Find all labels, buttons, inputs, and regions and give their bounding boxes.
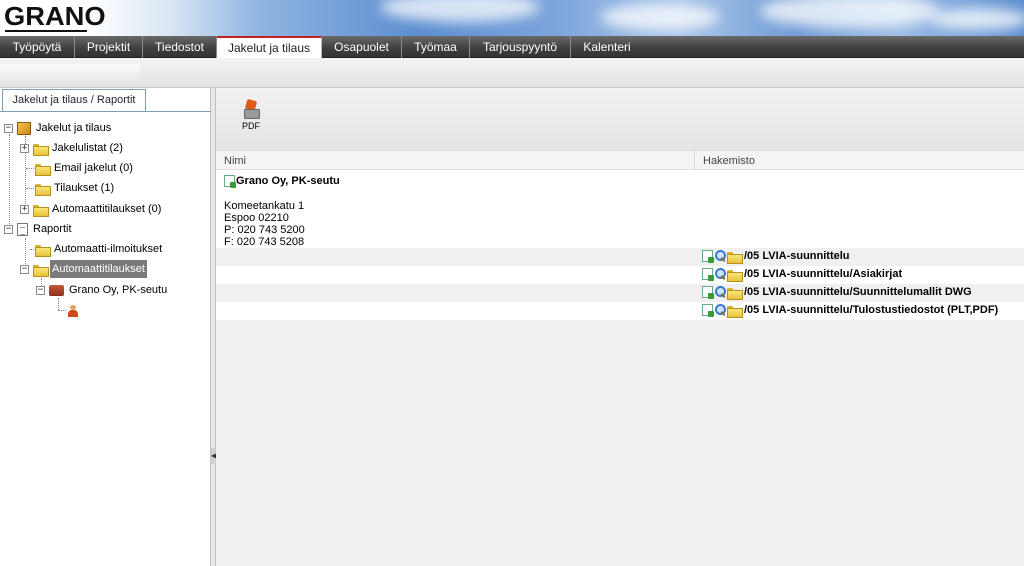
folder-icon (33, 143, 49, 156)
collapse-icon[interactable]: − (4, 123, 13, 133)
collapse-icon[interactable]: − (36, 285, 45, 295)
directory-cell[interactable]: /05 LVIA-suunnittelu/Asiakirjat (702, 268, 903, 282)
tab-jakelut-ja-tilaus[interactable]: Jakelut ja tilaus (217, 36, 322, 60)
document-add-icon[interactable] (702, 268, 714, 281)
folder-icon (35, 244, 51, 257)
directory-cell[interactable]: /05 LVIA-suunnittelu/Tulostustiedostot (… (702, 304, 999, 318)
main-tab-bar: Työpöytä Projektit Tiedostot Jakelut ja … (0, 36, 1024, 60)
logo-underline (5, 30, 87, 32)
left-panel-tab-line (0, 111, 211, 112)
directory-path: /05 LVIA-suunnittelu/Tulostustiedostot (… (744, 304, 999, 316)
tree-label: Automaatti-ilmoitukset (54, 243, 163, 255)
company-city: Espoo 02210 (224, 212, 289, 224)
grano-logo[interactable]: GRANO (4, 3, 106, 29)
tree-node-email-jakelut[interactable]: Email jakelut (0) (35, 159, 135, 177)
folder-icon (33, 204, 49, 217)
tree-node-jakelulistat[interactable]: + Jakelulistat (2) (20, 139, 125, 157)
company-phone: P: 020 743 5200 (224, 224, 305, 236)
folder-icon (727, 251, 743, 264)
tab-projektit[interactable]: Projektit (75, 36, 143, 58)
column-header-nimi[interactable]: Nimi (224, 151, 246, 171)
search-icon[interactable] (714, 268, 726, 280)
directory-row: /05 LVIA-suunnittelu/Tulostustiedostot (… (216, 302, 1024, 320)
tree-label: Jakelulistat (2) (52, 142, 123, 154)
directory-path: /05 LVIA-suunnittelu/Asiakirjat (744, 268, 903, 280)
search-icon[interactable] (714, 286, 726, 298)
directory-cell[interactable]: /05 LVIA-suunnittelu (702, 250, 850, 264)
document-add-icon[interactable] (702, 304, 714, 317)
tree-line (58, 310, 66, 311)
company-name-text: Grano Oy, PK-seutu (236, 175, 340, 187)
tab-tyopoyta[interactable]: Työpöytä (0, 36, 75, 58)
folder-icon (35, 183, 51, 196)
directory-row: /05 LVIA-suunnittelu/Suunnittelumallit D… (216, 284, 1024, 302)
tree-label: Grano Oy, PK-seutu (69, 284, 168, 296)
tab-tarjouspyynto[interactable]: Tarjouspyyntö (470, 36, 571, 58)
grid-header: Nimi Hakemisto (216, 150, 1024, 171)
directory-row: /05 LVIA-suunnittelu/Asiakirjat (216, 266, 1024, 284)
folder-icon (727, 269, 743, 282)
tree-label: Automaattitilaukset (0) (52, 203, 162, 215)
tree-node-automaattitilaukset[interactable]: − Automaattitilaukset (20, 260, 147, 278)
left-panel: Jakelut ja tilaus / Raportit − Jakelut j… (0, 88, 211, 566)
report-icon (17, 222, 28, 236)
pdf-label: PDF (242, 121, 260, 131)
expand-icon[interactable]: + (20, 204, 29, 214)
tree-node-grano[interactable]: − Grano Oy, PK-seutu (36, 281, 169, 299)
company-street: Komeetankatu 1 (224, 200, 305, 212)
person-icon (68, 305, 78, 317)
tree-label: Tilaukset (1) (54, 182, 115, 194)
main-toolbar: PDF (216, 88, 1024, 150)
directory-path: /05 LVIA-suunnittelu (744, 250, 850, 262)
results-grid: Nimi Hakemisto Grano Oy, PK-seutu Komeet… (216, 150, 1024, 566)
tree-line (9, 134, 10, 230)
folder-icon (727, 305, 743, 318)
company-row: Grano Oy, PK-seutu Komeetankatu 1 Espoo … (216, 170, 1024, 248)
folder-icon (727, 287, 743, 300)
tab-tyomaa[interactable]: Työmaa (402, 36, 470, 58)
collapse-icon[interactable]: − (20, 264, 29, 274)
supplier-icon (49, 284, 64, 296)
expand-icon[interactable]: + (20, 143, 29, 153)
tree-node-raportit[interactable]: − Raportit (4, 220, 74, 238)
tree-label: Jakelut ja tilaus (36, 122, 112, 134)
tree-node-automaatti-ilmoitukset[interactable]: Automaatti-ilmoitukset (35, 240, 164, 258)
search-icon[interactable] (714, 304, 726, 316)
directory-row: /05 LVIA-suunnittelu (216, 248, 1024, 266)
sub-toolbar-left (0, 64, 140, 80)
folder-icon (35, 163, 51, 176)
tree-label: Email jakelut (0) (54, 162, 133, 174)
company-name[interactable]: Grano Oy, PK-seutu (224, 175, 340, 188)
tree-node-jakelut[interactable]: − Jakelut ja tilaus (4, 119, 113, 137)
document-add-icon[interactable] (702, 250, 714, 263)
collapse-icon[interactable]: − (4, 224, 13, 234)
package-icon (17, 121, 31, 135)
document-add-icon[interactable] (702, 286, 714, 299)
pdf-icon (244, 100, 260, 119)
sub-toolbar (0, 58, 1024, 88)
tree-node-automaattitilaukset-0[interactable]: + Automaattitilaukset (0) (20, 200, 163, 218)
company-fax: F: 020 743 5208 (224, 236, 305, 248)
tab-osapuolet[interactable]: Osapuolet (322, 36, 402, 58)
directory-cell[interactable]: /05 LVIA-suunnittelu/Suunnittelumallit D… (702, 286, 972, 300)
column-header-hakemisto[interactable]: Hakemisto (694, 151, 755, 171)
search-icon[interactable] (714, 250, 726, 262)
tree-label: Raportit (33, 223, 72, 235)
tree-line (58, 298, 59, 310)
tree-label-selected: Automaattitilaukset (50, 260, 147, 278)
header-banner: GRANO (0, 0, 1024, 36)
tree-node-tilaukset[interactable]: Tilaukset (1) (35, 179, 116, 197)
tab-kalenteri[interactable]: Kalenteri (571, 36, 643, 58)
directory-path: /05 LVIA-suunnittelu/Suunnittelumallit D… (744, 286, 972, 298)
folder-icon (33, 264, 49, 277)
left-panel-tab[interactable]: Jakelut ja tilaus / Raportit (2, 89, 146, 111)
document-add-icon (224, 175, 236, 188)
main-content: PDF Nimi Hakemisto Grano Oy, PK-seutu Ko… (216, 88, 1024, 566)
tab-tiedostot[interactable]: Tiedostot (143, 36, 217, 58)
tree-node-person[interactable] (68, 302, 78, 320)
pdf-button[interactable]: PDF (236, 98, 266, 138)
